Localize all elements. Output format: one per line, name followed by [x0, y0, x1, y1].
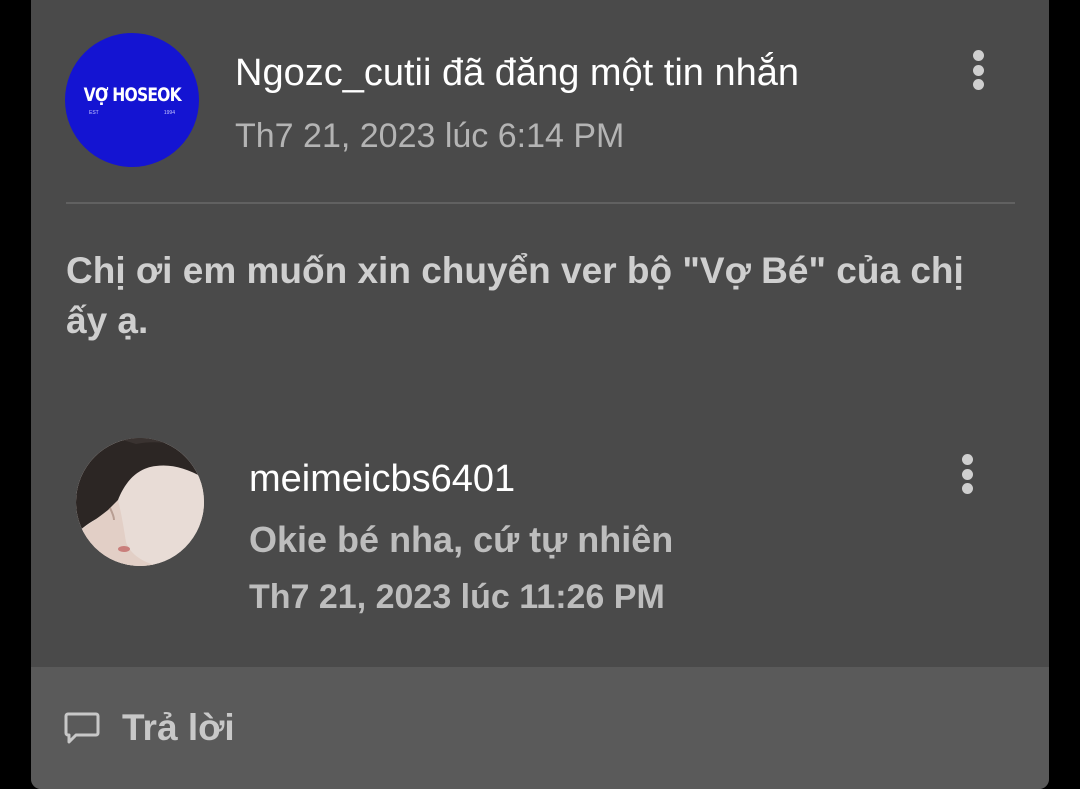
kebab-dot	[961, 468, 973, 480]
avatar-logo-est: EST	[89, 110, 99, 116]
kebab-dot	[961, 483, 973, 494]
reply-text: Okie bé nha, cứ tự nhiên	[249, 519, 674, 560]
reply-button[interactable]: Trả lời	[64, 707, 235, 749]
avatar-logo-text: VỢ HOSEOK	[83, 84, 181, 106]
reply-avatar[interactable]	[76, 438, 204, 566]
kebab-dot	[972, 64, 984, 76]
avatar-logo-subtext: EST 1994	[89, 110, 175, 116]
chat-bubble-icon	[64, 712, 100, 744]
header-divider	[66, 202, 1015, 204]
reply-more-options-icon[interactable]	[952, 446, 982, 502]
avatar-logo-year: 1994	[163, 110, 175, 116]
post-title: Ngozc_cutii đã đăng một tin nhắn	[235, 52, 800, 94]
post-body: Chị ơi em muốn xin chuyển ver bộ "Vợ Bé"…	[66, 250, 964, 341]
reply-timestamp: Th7 21, 2023 lúc 11:26 PM	[249, 578, 665, 616]
post-more-options-icon[interactable]	[963, 42, 993, 98]
kebab-dot	[961, 454, 973, 465]
message-card: VỢ HOSEOK EST 1994 Ngozc_cutii đã đăng m…	[31, 0, 1049, 789]
reply-button-label: Trả lời	[122, 707, 235, 748]
reply-action-bar: Trả lời	[31, 667, 1049, 789]
poster-avatar[interactable]: VỢ HOSEOK EST 1994	[65, 33, 199, 167]
kebab-dot	[972, 50, 984, 61]
reply-username: meimeicbs6401	[249, 458, 516, 500]
post-header: VỢ HOSEOK EST 1994 Ngozc_cutii đã đăng m…	[31, 0, 1049, 202]
kebab-dot	[972, 79, 984, 90]
post-timestamp: Th7 21, 2023 lúc 6:14 PM	[235, 117, 625, 155]
avatar-photo-image	[76, 438, 204, 566]
